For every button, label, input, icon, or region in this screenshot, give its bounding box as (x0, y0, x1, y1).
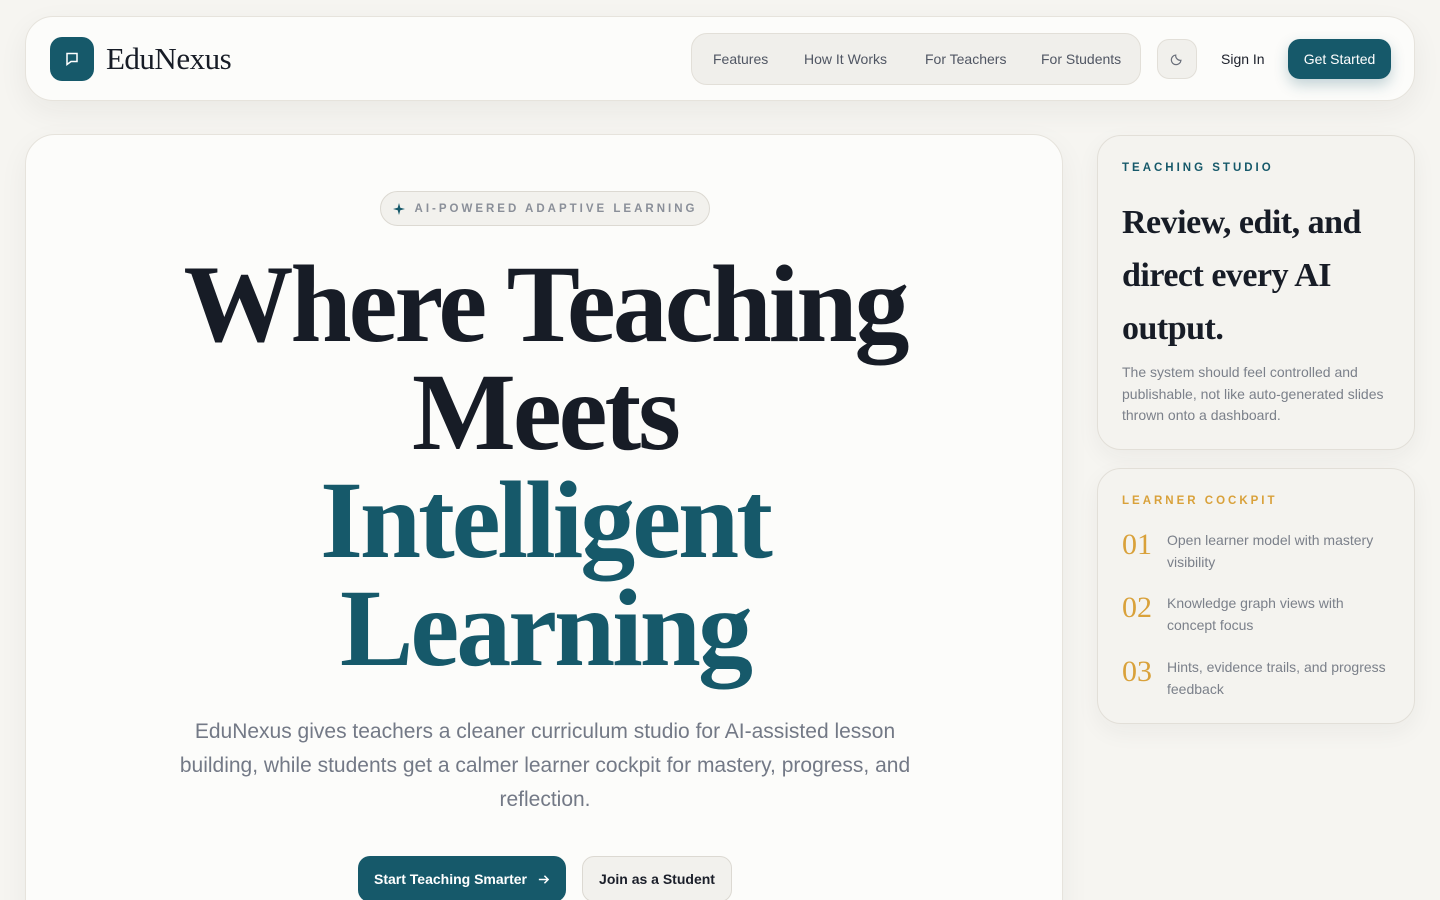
step-text: Knowledge graph views with concept focus (1167, 595, 1344, 633)
sparkle-icon (392, 202, 405, 215)
step-text: Open learner model with mastery visibili… (1167, 532, 1374, 570)
cockpit-step: 02 Knowledge graph views with concept fo… (1122, 592, 1402, 636)
cockpit-step: 01 Open learner model with mastery visib… (1122, 529, 1402, 573)
hero-section: AI-POWERED ADAPTIVE LEARNING Where Teach… (25, 134, 1063, 900)
headline-line-1: Where Teaching (183, 243, 909, 365)
main-nav: Features How It Works For Teachers For S… (691, 33, 1141, 85)
nav-features[interactable]: Features (713, 51, 768, 67)
step-text: Hints, evidence trails, and progress fee… (1167, 659, 1386, 697)
headline-line-2: Meets (412, 351, 681, 473)
hero-subcopy: EduNexus gives teachers a cleaner curric… (179, 720, 911, 811)
theme-toggle-button[interactable] (1157, 39, 1197, 79)
teaching-studio-title: Review, edit, and direct every AI output… (1122, 204, 1361, 347)
moon-icon (1170, 54, 1182, 66)
step-number: 01 (1122, 528, 1152, 561)
step-number: 03 (1122, 655, 1152, 688)
learner-cockpit-eyebrow: LEARNER COCKPIT (1122, 495, 1278, 507)
hero-eyebrow-text: AI-POWERED ADAPTIVE LEARNING (414, 202, 698, 215)
hero-headline: Where Teaching Meets Intelligent Learnin… (26, 243, 1064, 689)
teaching-studio-body: The system should feel controlled and pu… (1122, 364, 1384, 423)
learner-cockpit-card: LEARNER COCKPIT 01 Open learner model wi… (1097, 468, 1415, 724)
join-student-button[interactable]: Join as a Student (582, 856, 732, 900)
nav-for-students[interactable]: For Students (1041, 51, 1121, 67)
teaching-studio-card: TEACHING STUDIO Review, edit, and direct… (1097, 135, 1415, 450)
step-number: 02 (1122, 591, 1152, 624)
nav-how-it-works[interactable]: How It Works (804, 51, 887, 67)
nav-for-teachers[interactable]: For Teachers (925, 51, 1006, 67)
get-started-button[interactable]: Get Started (1288, 39, 1391, 79)
logo-icon[interactable] (50, 37, 94, 81)
cockpit-step: 03 Hints, evidence trails, and progress … (1122, 656, 1402, 700)
teaching-studio-eyebrow: TEACHING STUDIO (1122, 162, 1274, 174)
top-navbar: EduNexus Features How It Works For Teach… (25, 16, 1415, 101)
start-teaching-label: Start Teaching Smarter (373, 871, 527, 887)
sign-in-link[interactable]: Sign In (1221, 51, 1265, 67)
start-teaching-button[interactable]: Start Teaching Smarter (358, 856, 566, 900)
arrow-right-icon (538, 874, 550, 884)
headline-line-3: Intelligent (320, 459, 773, 581)
brand-name[interactable]: EduNexus (106, 41, 232, 77)
headline-line-4: Learning (340, 567, 753, 689)
hero-eyebrow-badge: AI-POWERED ADAPTIVE LEARNING (380, 191, 710, 226)
